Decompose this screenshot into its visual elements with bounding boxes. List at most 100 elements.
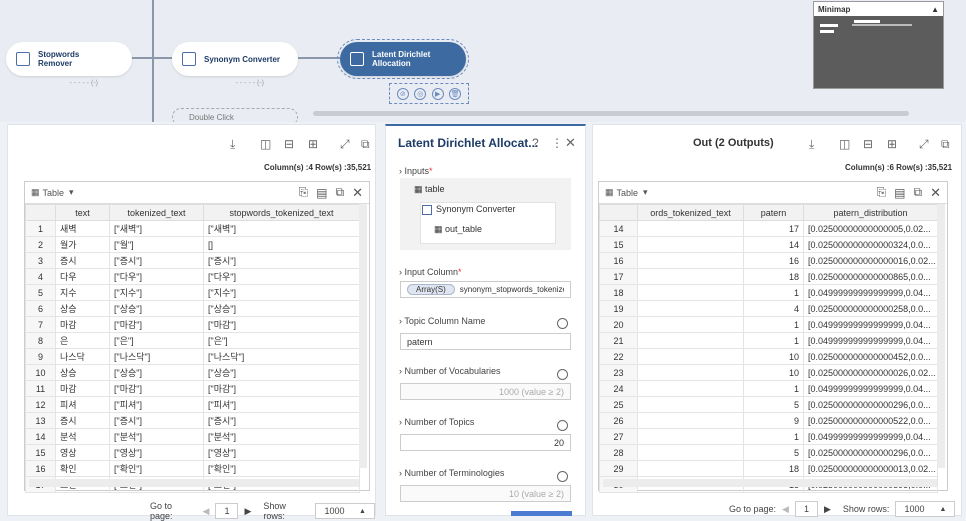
table-row[interactable]: 17 18 [0.025000000000000865,0.0...: [599, 268, 938, 285]
page-input[interactable]: 1: [215, 503, 239, 519]
table-row[interactable]: 20 1 [0.04999999999999999,0.04...: [599, 316, 938, 333]
close-icon[interactable]: ✕: [930, 185, 941, 201]
topic-col-section[interactable]: › Topic Column Name: [399, 316, 485, 326]
table-row[interactable]: 12 피셔 ["피셔"] ["피셔"]: [25, 396, 360, 413]
table-row[interactable]: 29 18 [0.025000000000000013,0.02...: [599, 460, 938, 477]
canvas-scrollbar[interactable]: [313, 111, 909, 116]
split-horizontal-icon[interactable]: ⊟: [284, 137, 294, 151]
table-row[interactable]: 14 17 [0.02500000000000005,0.02...: [599, 220, 938, 237]
table-scrollbar-v[interactable]: [937, 204, 945, 468]
globe-icon[interactable]: [557, 420, 568, 431]
table-scrollbar-v[interactable]: [359, 204, 367, 468]
help-icon[interactable]: ?: [532, 136, 539, 150]
export-icon[interactable]: ⎘: [299, 185, 309, 200]
table-row[interactable]: 16 확인 ["확인"] ["확인"]: [25, 460, 360, 477]
inputs-section[interactable]: › Inputs*: [399, 166, 433, 176]
globe-icon[interactable]: [557, 318, 568, 329]
close-panel-icon[interactable]: ✕: [565, 135, 576, 151]
grid-icon[interactable]: ⊞: [887, 137, 897, 151]
table-row[interactable]: 11 마감 ["마감"] ["마감"]: [25, 380, 360, 397]
table-row[interactable]: 13 증시 ["증시"] ["증시"]: [25, 412, 360, 429]
terminology-input[interactable]: 10 (value ≥ 2): [400, 485, 571, 502]
table-row[interactable]: 14 분석 ["분석"] ["분석"]: [25, 428, 360, 445]
table-row[interactable]: 19 4 [0.025000000000000258,0.0...: [599, 300, 938, 317]
table-row[interactable]: 8 은 ["은"] ["은"]: [25, 332, 360, 349]
table-row[interactable]: 21 1 [0.04999999999999999,0.04...: [599, 332, 938, 349]
next-page-icon[interactable]: ▶: [244, 506, 251, 517]
table-row[interactable]: 7 마감 ["마감"] ["마감"]: [25, 316, 360, 333]
column-header[interactable]: patern: [743, 204, 804, 221]
expand-icon[interactable]: ⤢: [340, 137, 350, 152]
view-icon[interactable]: ◎: [414, 87, 427, 100]
table-scrollbar-h[interactable]: [603, 479, 937, 487]
table-row[interactable]: 24 1 [0.04999999999999999,0.04...: [599, 380, 938, 397]
node-synonym-converter[interactable]: Synonym Converter - - - - - (-): [172, 42, 298, 87]
column-header[interactable]: patern_distribution: [803, 204, 938, 221]
table-row[interactable]: 15 영상 ["영상"] ["영상"]: [25, 444, 360, 461]
disable-icon[interactable]: ⊘: [396, 87, 409, 100]
rows-select[interactable]: 1000 ▲: [315, 503, 375, 519]
table-row[interactable]: 9 나스닥 ["나스닥"] ["나스닥"]: [25, 348, 360, 365]
split-vertical-icon[interactable]: ◫: [260, 137, 271, 151]
table-label[interactable]: Table: [43, 188, 65, 198]
column-header[interactable]: text: [55, 204, 110, 221]
export-icon[interactable]: ⎘: [877, 185, 887, 200]
split-horizontal-icon[interactable]: ⊟: [863, 137, 873, 151]
table-row[interactable]: 10 상승 ["상승"] ["상승"]: [25, 364, 360, 381]
popout-icon[interactable]: ⧉: [941, 137, 950, 152]
table-row[interactable]: 25 5 [0.025000000000000296,0.0...: [599, 396, 938, 413]
chevron-down-icon[interactable]: ▾: [643, 187, 648, 198]
page-input[interactable]: 1: [794, 501, 818, 517]
minimap[interactable]: Minimap ▲: [813, 1, 944, 89]
node-placeholder[interactable]: Double Click: [172, 108, 298, 122]
column-header[interactable]: [25, 204, 56, 221]
vocab-section[interactable]: › Number of Vocabularies: [399, 366, 501, 376]
minimap-toggle-icon[interactable]: ▲: [931, 5, 939, 14]
table-row[interactable]: 16 16 [0.025000000000000016,0.02...: [599, 252, 938, 269]
tree-synonym-converter[interactable]: Synonym Converter: [422, 204, 516, 215]
copy-icon[interactable]: ⧉: [914, 185, 923, 200]
column-header[interactable]: tokenized_text: [109, 204, 204, 221]
table-row[interactable]: 27 1 [0.04999999999999999,0.04...: [599, 428, 938, 445]
node-stopwords-remover[interactable]: Stopwords Remover - - - - - (-): [6, 42, 132, 87]
topics-input[interactable]: 20: [400, 434, 571, 451]
chevron-down-icon[interactable]: ▾: [69, 187, 74, 198]
table-scrollbar-h[interactable]: [29, 479, 359, 487]
tree-out-table[interactable]: ▦ out_table: [434, 224, 482, 235]
globe-icon[interactable]: [557, 471, 568, 482]
copy-icon[interactable]: ⧉: [336, 185, 345, 200]
table-row[interactable]: 15 14 [0.025000000000000324,0.0...: [599, 236, 938, 253]
prev-page-icon[interactable]: ◀: [203, 506, 210, 517]
popout-icon[interactable]: ⧉: [361, 137, 370, 152]
download-icon[interactable]: ⤓: [230, 137, 235, 152]
split-vertical-icon[interactable]: ◫: [839, 137, 850, 151]
close-icon[interactable]: ✕: [352, 185, 363, 201]
column-header[interactable]: ords_tokenized_text: [637, 204, 744, 221]
delete-icon[interactable]: 🗑: [449, 87, 462, 100]
table-row[interactable]: 4 다우 ["다우"] ["다우"]: [25, 268, 360, 285]
input-column-field[interactable]: Array(S) synonym_stopwords_tokenize: [400, 281, 571, 298]
download-icon[interactable]: ⤓: [809, 137, 814, 152]
topics-section[interactable]: › Number of Topics: [399, 417, 474, 427]
columns-icon[interactable]: ▤: [894, 186, 905, 200]
table-row[interactable]: 5 지수 ["지수"] ["지수"]: [25, 284, 360, 301]
table-row[interactable]: 28 5 [0.025000000000000296,0.0...: [599, 444, 938, 461]
columns-icon[interactable]: ▤: [316, 186, 327, 200]
table-row[interactable]: 1 새벽 ["새벽"] ["새벽"]: [25, 220, 360, 237]
rows-select[interactable]: 1000 ▲: [895, 501, 956, 517]
table-row[interactable]: 18 1 [0.04999999999999999,0.04...: [599, 284, 938, 301]
column-header[interactable]: stopwords_tokenized_text: [203, 204, 360, 221]
table-label[interactable]: Table: [617, 188, 639, 198]
prev-page-icon[interactable]: ◀: [782, 504, 789, 515]
grid-icon[interactable]: ⊞: [308, 137, 318, 151]
run-icon[interactable]: ▶: [431, 87, 444, 100]
globe-icon[interactable]: [557, 369, 568, 380]
vocab-input[interactable]: 1000 (value ≥ 2): [400, 383, 571, 400]
run-button[interactable]: [511, 511, 572, 516]
table-row[interactable]: 22 10 [0.025000000000000452,0.0...: [599, 348, 938, 365]
table-row[interactable]: 6 상승 ["상승"] ["상승"]: [25, 300, 360, 317]
expand-icon[interactable]: ⤢: [919, 137, 929, 152]
input-column-section[interactable]: › Input Column*: [399, 267, 462, 277]
workflow-canvas[interactable]: Stopwords Remover - - - - - (-) Synonym …: [0, 0, 966, 122]
topic-col-input[interactable]: patern: [400, 333, 571, 350]
